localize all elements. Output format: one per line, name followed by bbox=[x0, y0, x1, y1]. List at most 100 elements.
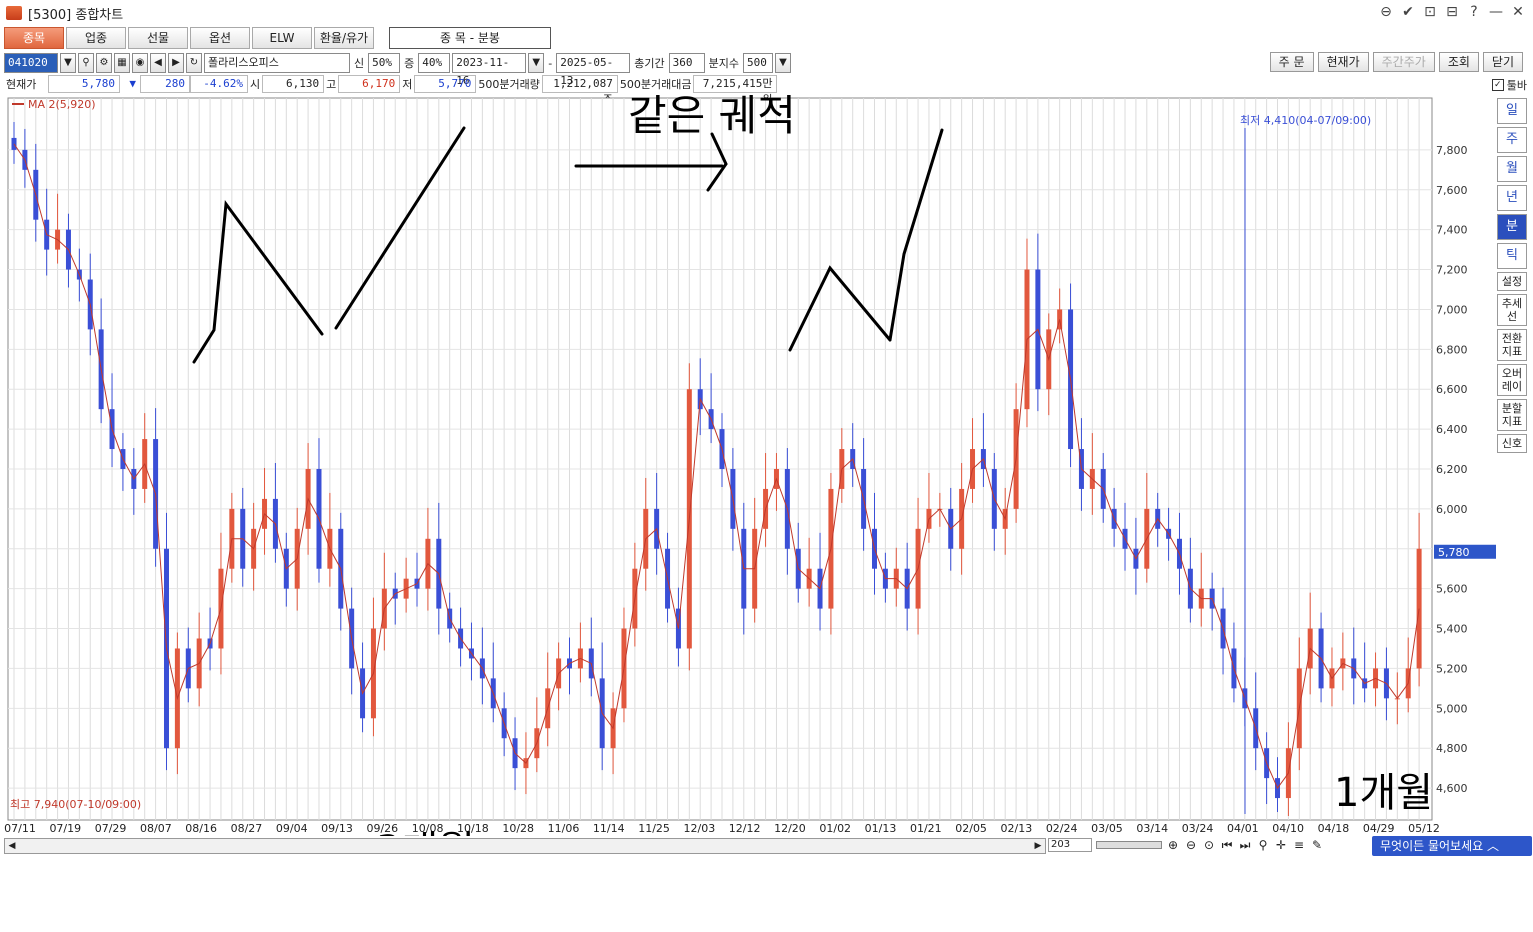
eye-icon[interactable]: ◉ bbox=[132, 53, 148, 73]
sidebar-item-8[interactable]: 전환지표 bbox=[1497, 329, 1527, 361]
current-price: 5,780 bbox=[48, 75, 120, 93]
current-price-tag-label: 5,780 bbox=[1438, 546, 1470, 559]
x-tick-label: 11/14 bbox=[593, 822, 625, 835]
checkbox-icon[interactable]: ✓ bbox=[1491, 79, 1504, 91]
x-tick-label: 11/25 bbox=[638, 822, 670, 835]
market-tabs: 종목 업종 선물 옵션 ELW 환율/유가 bbox=[4, 27, 374, 49]
app-icon bbox=[6, 6, 22, 20]
x-tick-label: 05/12 bbox=[1408, 822, 1440, 835]
x-tick-label: 01/02 bbox=[819, 822, 851, 835]
tick-input[interactable]: 500 bbox=[742, 53, 773, 73]
zoom-out-icon[interactable]: ⊖ bbox=[1184, 838, 1198, 852]
credit-value: 50% bbox=[368, 53, 401, 73]
y-tick-label: 7,600 bbox=[1436, 184, 1468, 197]
zoom-value[interactable]: 203 bbox=[1048, 838, 1092, 852]
sidebar-item-9[interactable]: 오버레이 bbox=[1497, 364, 1527, 396]
order-button[interactable]: 주 문 bbox=[1269, 52, 1314, 72]
first-icon[interactable]: ⏮ bbox=[1220, 838, 1234, 852]
minimize-icon[interactable]: — bbox=[1489, 4, 1503, 20]
tab-sector[interactable]: 업종 bbox=[66, 27, 126, 49]
menu-icon[interactable]: ≡ bbox=[1292, 838, 1306, 852]
y-tick-label: 6,400 bbox=[1436, 423, 1468, 436]
tick-label: 분지수 bbox=[708, 57, 739, 70]
tab-elw[interactable]: ELW bbox=[252, 27, 312, 49]
tab-stock[interactable]: 종목 bbox=[4, 27, 64, 49]
y-tick-label: 6,800 bbox=[1436, 343, 1468, 356]
ask-assistant-button[interactable]: 무엇이든 물어보세요 ︿ bbox=[1372, 836, 1532, 856]
tab-futures[interactable]: 선물 bbox=[128, 27, 188, 49]
x-tick-label: 02/13 bbox=[1001, 822, 1033, 835]
zoom-controls: 203 ⊕ ⊖ ⊙ ⏮ ⏭ ⚲ ✛ ≡ ✎ bbox=[1048, 838, 1324, 852]
x-tick-label: 07/19 bbox=[49, 822, 81, 835]
pen-icon[interactable]: ✎ bbox=[1310, 838, 1324, 852]
close-button[interactable]: 닫기 bbox=[1482, 52, 1523, 72]
check-icon[interactable]: ✔ bbox=[1401, 4, 1415, 20]
sidebar-item-5[interactable]: 틱 bbox=[1497, 243, 1527, 269]
period-sidebar: 일 주 월 년 분 틱설정추세선 전환지표 오버레이 분할지표신호 bbox=[1497, 98, 1527, 456]
sidebar-item-10[interactable]: 분할지표 bbox=[1497, 399, 1527, 431]
date-to-input[interactable]: 2025-05-13 bbox=[556, 53, 631, 87]
copy-icon[interactable]: ⊡ bbox=[1423, 4, 1437, 20]
scroll-right-icon[interactable]: ▶ bbox=[1031, 839, 1045, 853]
candlestick-chart[interactable]: 7,800 7,600 7,400 7,200 7,000 6,800 6,600 6,400… bbox=[4, 94, 1496, 836]
period-input[interactable]: 360 bbox=[668, 53, 705, 73]
change-percent: -4.62% bbox=[190, 75, 248, 93]
horizontal-scrollbar[interactable]: ◀ ▶ bbox=[4, 838, 1046, 854]
sidebar-item-2[interactable]: 월 bbox=[1497, 156, 1527, 182]
search-icon[interactable]: ⚲ bbox=[78, 53, 94, 73]
current-price-label: 현재가 bbox=[6, 78, 37, 91]
toolbar-toggle-label: 툴바 bbox=[1506, 79, 1527, 92]
annotation-bottom-right: 1개월 bbox=[1334, 770, 1433, 816]
x-tick-label: 03/14 bbox=[1136, 822, 1168, 835]
dropdown-icon[interactable]: ▼ bbox=[60, 53, 76, 73]
window-title: [5300] 종합차트 bbox=[28, 7, 124, 23]
high-label: 고 bbox=[326, 78, 337, 91]
calendar-dropdown-icon[interactable]: ▼ bbox=[528, 53, 545, 73]
query-button[interactable]: 조회 bbox=[1438, 52, 1479, 72]
gear-icon[interactable]: ⚙ bbox=[96, 53, 112, 73]
close-icon[interactable]: ✕ bbox=[1511, 4, 1525, 20]
last-icon[interactable]: ⏭ bbox=[1238, 838, 1252, 852]
x-tick-label: 08/07 bbox=[140, 822, 172, 835]
annotation-top: 같은 궤적 bbox=[628, 94, 796, 140]
sidebar-item-7[interactable]: 추세선 bbox=[1497, 294, 1527, 326]
x-tick-label: 12/12 bbox=[729, 822, 761, 835]
amount-label: 500분거래대금 bbox=[619, 78, 692, 91]
magnify-icon[interactable]: ⚲ bbox=[1256, 838, 1270, 852]
zoom-in-icon[interactable]: ⊕ bbox=[1166, 838, 1180, 852]
sidebar-item-3[interactable]: 년 bbox=[1497, 185, 1527, 211]
stock-code-input[interactable]: 041020 bbox=[4, 53, 58, 73]
y-tick-label: 7,200 bbox=[1436, 264, 1468, 277]
legend-ma: MA 2(5,920) bbox=[28, 98, 96, 111]
sidebar-item-6[interactable]: 설정 bbox=[1497, 272, 1527, 291]
tab-fx-oil[interactable]: 환율/유가 bbox=[314, 27, 374, 49]
tab-options[interactable]: 옵션 bbox=[190, 27, 250, 49]
zoom-slider[interactable] bbox=[1096, 841, 1162, 849]
chevron-up-icon: ︿ bbox=[1487, 839, 1500, 853]
volume-value: 1,212,087주 bbox=[541, 75, 618, 106]
chart-mode-label: 종 목 - 분봉 bbox=[389, 27, 551, 49]
x-tick-label: 12/03 bbox=[684, 822, 716, 835]
open-label: 시 bbox=[250, 78, 261, 91]
sidebar-item-11[interactable]: 신호 bbox=[1497, 434, 1527, 453]
toolbar-toggle[interactable]: ✓ 툴바 bbox=[1491, 77, 1527, 93]
tick-dropdown-icon[interactable]: ▼ bbox=[774, 53, 791, 73]
crosshair-icon[interactable]: ✛ bbox=[1274, 838, 1288, 852]
date-from-input[interactable]: 2023-11-16 bbox=[452, 53, 527, 87]
weekly-price-button[interactable]: 주간주가 bbox=[1372, 52, 1435, 72]
sidebar-item-1[interactable]: 주 bbox=[1497, 127, 1527, 153]
next-icon[interactable]: ▶ bbox=[168, 53, 184, 73]
grid-icon[interactable]: ▦ bbox=[114, 53, 130, 73]
current-price-button[interactable]: 현재가 bbox=[1317, 52, 1369, 72]
x-tick-label: 04/01 bbox=[1227, 822, 1259, 835]
x-tick-label: 07/29 bbox=[95, 822, 127, 835]
prev-icon[interactable]: ◀ bbox=[150, 53, 166, 73]
restore-icon[interactable]: ⊟ bbox=[1445, 4, 1459, 20]
sidebar-item-4[interactable]: 분 bbox=[1497, 214, 1527, 240]
zoom-fit-icon[interactable]: ⊙ bbox=[1202, 838, 1216, 852]
scroll-left-icon[interactable]: ◀ bbox=[5, 839, 19, 853]
help-icon[interactable]: ? bbox=[1467, 4, 1481, 20]
link-icon[interactable]: ⊖ bbox=[1379, 4, 1393, 20]
refresh-icon[interactable]: ↻ bbox=[186, 53, 202, 73]
sidebar-item-0[interactable]: 일 bbox=[1497, 98, 1527, 124]
